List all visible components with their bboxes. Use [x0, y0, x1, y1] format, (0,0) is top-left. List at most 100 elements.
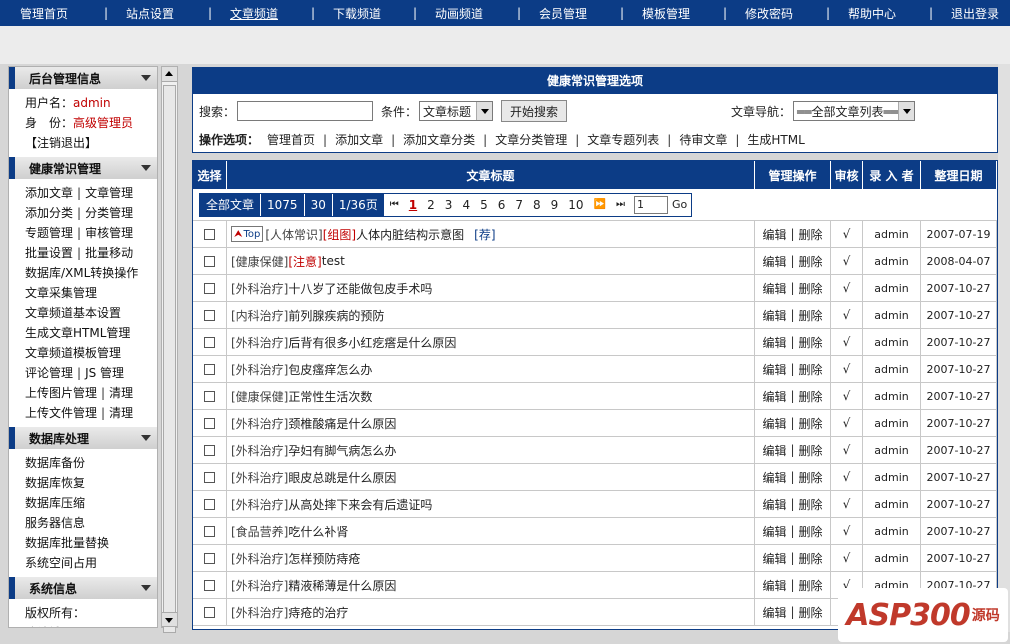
- page-link[interactable]: 10: [563, 198, 588, 212]
- row-audit[interactable]: √: [831, 248, 863, 274]
- row-checkbox[interactable]: [204, 336, 215, 348]
- sidebar-section-header[interactable]: 健康常识管理: [9, 157, 157, 179]
- row-select[interactable]: [193, 302, 227, 328]
- delete-link[interactable]: 删除: [799, 442, 823, 459]
- scroll-down-arrow[interactable]: [162, 612, 177, 627]
- sidebar-item[interactable]: 版权所有：: [9, 603, 157, 623]
- sidebar-item[interactable]: 身 份：高级管理员: [9, 113, 157, 133]
- sidebar-item[interactable]: 系统空间占用: [9, 553, 157, 573]
- collapse-arrow-icon[interactable]: [141, 585, 151, 591]
- condition-select[interactable]: 文章标题: [419, 101, 494, 121]
- row-select[interactable]: [193, 437, 227, 463]
- edit-link[interactable]: 编辑: [762, 280, 786, 297]
- sidebar-item[interactable]: 数据库恢复: [9, 473, 157, 493]
- row-title[interactable]: 颈椎酸痛是什么原因: [288, 415, 396, 432]
- nav-item-5[interactable]: 会员管理: [539, 5, 587, 22]
- nav-item-8[interactable]: 帮助中心: [848, 5, 896, 22]
- row-checkbox[interactable]: [204, 471, 215, 483]
- row-checkbox[interactable]: [204, 525, 215, 537]
- sidebar-item[interactable]: 文章频道模板管理: [9, 343, 157, 363]
- row-checkbox[interactable]: [204, 309, 215, 321]
- row-audit[interactable]: √: [831, 545, 863, 571]
- sidebar-item[interactable]: 数据库/XML转换操作: [9, 263, 157, 283]
- sidebar-link[interactable]: 上传图片管理: [25, 386, 97, 400]
- row-audit[interactable]: √: [831, 464, 863, 490]
- row-title[interactable]: 从高处摔下来会有后遗证吗: [288, 496, 432, 513]
- delete-link[interactable]: 删除: [799, 334, 823, 351]
- row-checkbox[interactable]: [204, 444, 215, 456]
- row-category[interactable]: [外科治疗]: [231, 550, 288, 567]
- delete-link[interactable]: 删除: [799, 550, 823, 567]
- row-category[interactable]: [外科治疗]: [231, 442, 288, 459]
- sidebar-link[interactable]: 批量设置: [25, 246, 73, 260]
- delete-link[interactable]: 删除: [799, 604, 823, 621]
- next-page-icon[interactable]: ⏩: [589, 199, 611, 210]
- delete-link[interactable]: 删除: [799, 388, 823, 405]
- row-audit[interactable]: √: [831, 437, 863, 463]
- search-button[interactable]: 开始搜索: [501, 100, 568, 122]
- search-input[interactable]: [237, 101, 374, 121]
- row-checkbox[interactable]: [204, 606, 215, 618]
- row-category[interactable]: [内科治疗]: [231, 307, 288, 324]
- row-title[interactable]: 正常性生活次数: [288, 388, 372, 405]
- row-select[interactable]: [193, 221, 227, 247]
- page-link[interactable]: 4: [457, 198, 475, 212]
- row-checkbox[interactable]: [204, 498, 215, 510]
- row-audit[interactable]: √: [831, 302, 863, 328]
- row-title[interactable]: 眼皮总跳是什么原因: [288, 469, 396, 486]
- collapse-arrow-icon[interactable]: [141, 75, 151, 81]
- delete-link[interactable]: 删除: [799, 307, 823, 324]
- sidebar-item[interactable]: 数据库批量替换: [9, 533, 157, 553]
- row-select[interactable]: [193, 329, 227, 355]
- row-checkbox[interactable]: [204, 417, 215, 429]
- sidebar-item[interactable]: 数据库备份: [9, 453, 157, 473]
- first-page-icon[interactable]: ⏮: [385, 199, 404, 210]
- sidebar-item[interactable]: 评论管理 | JS 管理: [9, 363, 157, 383]
- sidebar-item[interactable]: 文章频道基本设置: [9, 303, 157, 323]
- sidebar-item[interactable]: 数据库压缩: [9, 493, 157, 513]
- page-link[interactable]: 1: [404, 198, 422, 212]
- sidebar-item[interactable]: 文章采集管理: [9, 283, 157, 303]
- delete-link[interactable]: 删除: [799, 469, 823, 486]
- last-page-icon[interactable]: ⏭: [611, 199, 630, 210]
- nav-item-2[interactable]: 文章频道: [230, 5, 278, 22]
- sidebar-item[interactable]: 添加分类 | 分类管理: [9, 203, 157, 223]
- main-scrollbar[interactable]: [998, 64, 1010, 632]
- row-title[interactable]: 精液稀薄是什么原因: [288, 577, 396, 594]
- row-audit[interactable]: √: [831, 356, 863, 382]
- page-link[interactable]: 9: [546, 198, 564, 212]
- row-select[interactable]: [193, 464, 227, 490]
- row-category[interactable]: [外科治疗]: [231, 361, 288, 378]
- row-audit[interactable]: √: [831, 275, 863, 301]
- article-nav-select[interactable]: ══全部文章列表══: [793, 101, 915, 121]
- sidebar-link[interactable]: 生成文章HTML管理: [25, 326, 130, 340]
- row-title[interactable]: 后背有很多小红疙瘩是什么原因: [288, 334, 456, 351]
- op-link[interactable]: 添加文章分类: [403, 133, 475, 147]
- sidebar-scrollbar[interactable]: [161, 66, 178, 633]
- page-link[interactable]: 6: [493, 198, 511, 212]
- edit-link[interactable]: 编辑: [762, 442, 786, 459]
- sidebar-link[interactable]: 清理: [109, 386, 133, 400]
- page-link[interactable]: 3: [440, 198, 458, 212]
- nav-item-4[interactable]: 动画频道: [435, 5, 483, 22]
- page-jump-input[interactable]: 1: [634, 195, 669, 214]
- sidebar-item[interactable]: 专题管理 | 审核管理: [9, 223, 157, 243]
- row-select[interactable]: [193, 383, 227, 409]
- nav-item-0[interactable]: 管理首页: [20, 5, 68, 22]
- row-audit[interactable]: √: [831, 491, 863, 517]
- edit-link[interactable]: 编辑: [762, 496, 786, 513]
- delete-link[interactable]: 删除: [799, 523, 823, 540]
- page-link[interactable]: 5: [475, 198, 493, 212]
- sidebar-item[interactable]: 上传图片管理 | 清理: [9, 383, 157, 403]
- edit-link[interactable]: 编辑: [762, 226, 786, 243]
- edit-link[interactable]: 编辑: [762, 550, 786, 567]
- page-link[interactable]: 2: [422, 198, 440, 212]
- sidebar-item[interactable]: 添加文章 | 文章管理: [9, 183, 157, 203]
- edit-link[interactable]: 编辑: [762, 253, 786, 270]
- delete-link[interactable]: 删除: [799, 226, 823, 243]
- sidebar-link[interactable]: 评论管理: [25, 366, 73, 380]
- row-checkbox[interactable]: [204, 282, 215, 294]
- row-category[interactable]: [外科治疗]: [231, 280, 288, 297]
- nav-item-9[interactable]: 退出登录: [951, 5, 999, 22]
- edit-link[interactable]: 编辑: [762, 388, 786, 405]
